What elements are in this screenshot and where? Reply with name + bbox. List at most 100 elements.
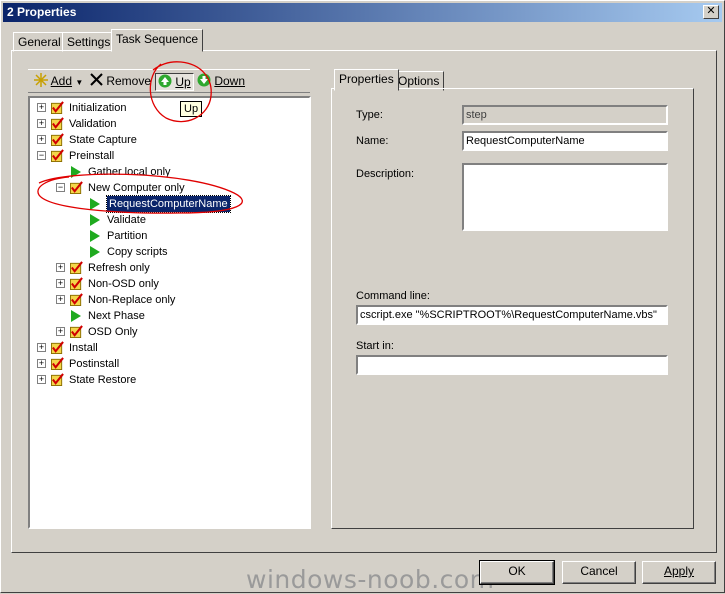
- properties-dialog: 2 Properties ✕ General Settings Task Seq…: [0, 0, 725, 594]
- tree-row[interactable]: Validate: [30, 212, 309, 228]
- tree-item-label: Validation: [69, 118, 117, 130]
- name-label: Name:: [356, 135, 389, 147]
- group-check-icon: [51, 133, 64, 146]
- add-label: Add: [50, 74, 73, 89]
- start-in-label: Start in:: [356, 340, 394, 352]
- tree-item-label: Non-OSD only: [88, 278, 159, 290]
- watermark: windows-noob.com: [246, 565, 495, 594]
- tree-row[interactable]: + State Capture: [30, 132, 309, 148]
- tree-row[interactable]: Gather local only: [30, 164, 309, 180]
- expand-icon[interactable]: +: [56, 263, 65, 272]
- name-field[interactable]: RequestComputerName: [462, 131, 668, 151]
- step-arrow-icon: [90, 246, 100, 258]
- expand-icon[interactable]: +: [37, 359, 46, 368]
- group-check-icon: [70, 277, 83, 290]
- tree-item-label: Gather local only: [88, 166, 171, 178]
- tab-task-sequence[interactable]: Task Sequence: [111, 29, 204, 52]
- tree-item-label: Initialization: [69, 102, 127, 114]
- tree-row[interactable]: Copy scripts: [30, 244, 309, 260]
- close-button[interactable]: ✕: [703, 5, 719, 19]
- expand-icon[interactable]: +: [56, 279, 65, 288]
- tree-row[interactable]: − Preinstall: [30, 148, 309, 164]
- step-arrow-icon: [90, 230, 100, 242]
- expand-icon[interactable]: +: [56, 295, 65, 304]
- tree-row[interactable]: Next Phase: [30, 308, 309, 324]
- up-label: Up: [175, 75, 191, 90]
- tree-row[interactable]: + Validation: [30, 116, 309, 132]
- expand-icon[interactable]: +: [56, 327, 65, 336]
- collapse-icon[interactable]: −: [37, 151, 46, 160]
- type-field: step: [462, 105, 668, 125]
- tree-row[interactable]: + State Restore: [30, 372, 309, 388]
- command-line-field[interactable]: cscript.exe "%SCRIPTROOT%\RequestCompute…: [356, 305, 668, 325]
- cancel-button[interactable]: Cancel: [562, 561, 636, 584]
- group-check-icon: [70, 325, 83, 338]
- group-check-icon: [51, 373, 64, 386]
- expand-icon[interactable]: +: [37, 103, 46, 112]
- tab-properties[interactable]: Properties: [334, 69, 399, 91]
- group-check-icon: [51, 117, 64, 130]
- tree-item-label: Non-Replace only: [88, 294, 176, 306]
- apply-button[interactable]: Apply: [642, 561, 716, 584]
- tree-row[interactable]: − New Computer only: [30, 180, 309, 196]
- expand-icon[interactable]: +: [37, 343, 46, 352]
- arrow-down-icon: [197, 73, 211, 91]
- expand-icon[interactable]: +: [37, 119, 46, 128]
- tab-settings[interactable]: Settings: [62, 32, 116, 52]
- tree-item-label: New Computer only: [88, 182, 185, 194]
- group-check-icon: [70, 181, 83, 194]
- step-arrow-icon: [71, 310, 81, 322]
- chevron-down-icon: ▼: [75, 78, 84, 88]
- type-label: Type:: [356, 109, 383, 121]
- tree-item-label: OSD Only: [88, 326, 138, 338]
- step-arrow-icon: [90, 214, 100, 226]
- tree-item-label: Validate: [107, 214, 146, 226]
- command-line-label: Command line:: [356, 290, 430, 302]
- tree-item-label: Partition: [107, 230, 148, 242]
- title-bar[interactable]: 2 Properties ✕: [3, 3, 722, 22]
- group-check-icon: [70, 293, 83, 306]
- tree-item-label: Next Phase: [88, 310, 145, 322]
- tree-item-label: Postinstall: [69, 358, 120, 370]
- tab-general[interactable]: General: [13, 32, 66, 52]
- task-sequence-tree[interactable]: + Initialization + Validation + State Capture…: [28, 96, 311, 529]
- group-check-icon: [70, 261, 83, 274]
- ok-button[interactable]: OK: [479, 560, 555, 585]
- add-button[interactable]: Add ▼: [34, 73, 83, 91]
- tree-row[interactable]: RequestComputerName: [30, 195, 309, 213]
- tree-item-label: Copy scripts: [107, 246, 168, 258]
- tree-row[interactable]: + OSD Only: [30, 324, 309, 340]
- expand-icon[interactable]: +: [37, 375, 46, 384]
- tree-row[interactable]: + Postinstall: [30, 356, 309, 372]
- tree-row[interactable]: Partition: [30, 228, 309, 244]
- tree-row[interactable]: + Non-OSD only: [30, 276, 309, 292]
- tree-row[interactable]: + Non-Replace only: [30, 292, 309, 308]
- tree-item-label: Refresh only: [88, 262, 150, 274]
- start-in-field[interactable]: [356, 355, 668, 375]
- down-label: Down: [214, 74, 246, 89]
- group-check-icon: [51, 341, 64, 354]
- remove-button[interactable]: Remove: [90, 73, 151, 91]
- apply-label: Apply: [663, 564, 695, 578]
- tree-row[interactable]: + Install: [30, 340, 309, 356]
- task-toolbar: Add ▼ Remove Up Down: [28, 69, 310, 93]
- tree-item-label: State Capture: [69, 134, 137, 146]
- tree-item-label: State Restore: [69, 374, 137, 386]
- up-button[interactable]: Up: [155, 73, 194, 91]
- tree-item-label: Install: [69, 342, 98, 354]
- tree-row[interactable]: + Refresh only: [30, 260, 309, 276]
- arrow-up-icon: [158, 74, 172, 92]
- group-check-icon: [51, 149, 64, 162]
- expand-icon[interactable]: +: [37, 135, 46, 144]
- step-arrow-icon: [71, 166, 81, 178]
- tree-item-label: RequestComputerName: [106, 195, 231, 213]
- collapse-icon[interactable]: −: [56, 183, 65, 192]
- down-button[interactable]: Down: [197, 73, 245, 91]
- up-tooltip: Up: [180, 101, 203, 117]
- description-field[interactable]: [462, 163, 668, 231]
- tree-row[interactable]: + Initialization: [30, 100, 309, 116]
- window-title: 2 Properties: [7, 5, 77, 19]
- remove-label: Remove: [106, 74, 152, 88]
- step-arrow-icon: [90, 198, 100, 210]
- close-icon: [90, 73, 103, 90]
